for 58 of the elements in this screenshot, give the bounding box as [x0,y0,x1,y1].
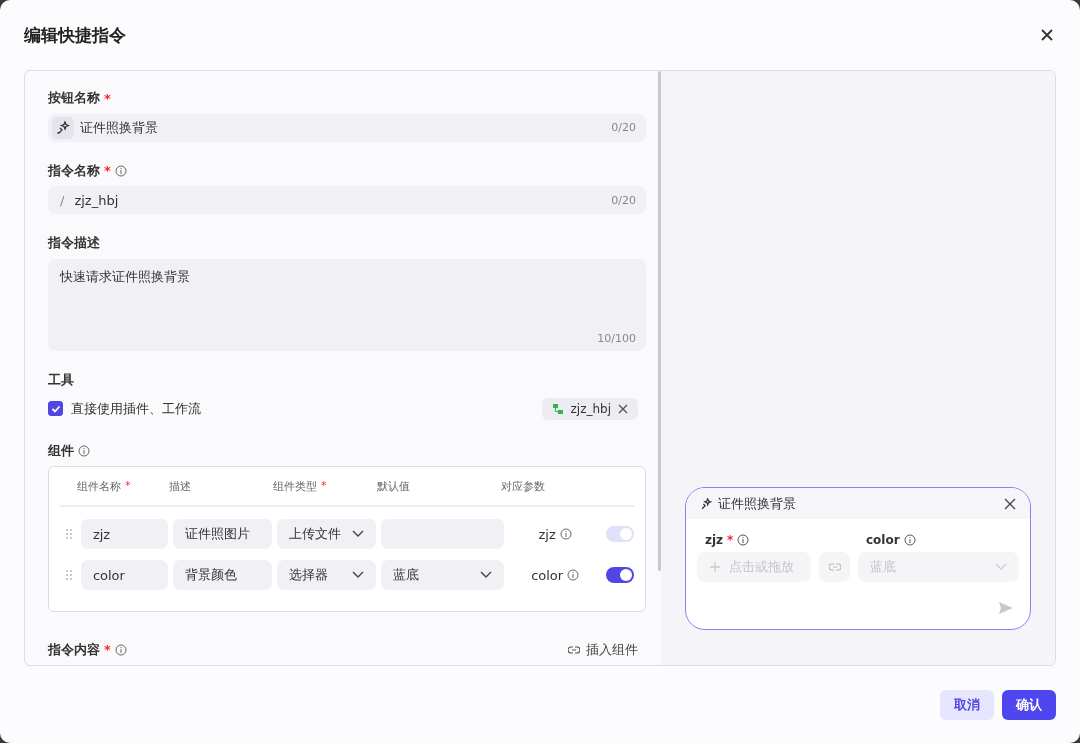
workflow-tag[interactable]: zjz_hbj [541,397,638,420]
sparkle-icon [700,497,712,510]
info-icon [737,534,750,546]
field-label: 指令描述 [48,234,100,253]
chevron-down-icon [479,571,492,580]
section-label: 组件 [48,442,74,461]
drag-handle-icon[interactable] [66,529,72,540]
required-mark: * [125,478,131,494]
description-input[interactable]: 背景颜色 [172,560,272,591]
field-label: zjz [705,533,724,547]
parameter-name: zjz [538,526,556,542]
info-icon [567,569,580,582]
input-field[interactable]: 证件照换背景 0/20 [48,113,646,142]
input-field[interactable]: / zjz_hbj 0/20 [48,186,646,215]
section-label: 工具 [48,371,74,390]
info-icon [559,528,572,541]
name-input[interactable]: color [80,560,168,591]
preview-title: 证件照换背景 [718,494,796,513]
type-select[interactable]: 选择器 [276,560,377,591]
column-header: 描述 [169,478,191,494]
chevron-down-icon [995,563,1007,571]
column-header: 默认值 [377,478,410,494]
plus-icon [709,561,721,573]
cancel-button[interactable]: 取消 [940,690,994,720]
workflow-icon [551,402,564,415]
required-mark: * [321,478,327,494]
default-select[interactable]: 蓝底 [381,560,504,591]
required-mark: * [104,642,111,658]
sparkle-icon[interactable] [52,116,74,139]
field-label: 指令名称 [48,161,100,180]
drag-handle-icon[interactable] [66,570,72,581]
confirm-button[interactable]: 确认 [1002,690,1056,720]
link-icon[interactable] [819,552,850,582]
column-header: 对应参数 [501,478,545,494]
info-icon [903,534,916,546]
field-label: 按钮名称 [48,89,100,108]
required-mark: * [727,533,734,547]
field-label: color [866,533,900,547]
dialog-title: 编辑快捷指令 [24,23,126,47]
chevron-down-icon [352,571,365,580]
required-mark: * [104,163,111,179]
remove-icon[interactable] [618,403,628,414]
text-area[interactable]: 快速请求证件照换背景 10/100 [48,258,646,352]
column-header: 组件类型 [273,478,317,494]
insert-component-button[interactable]: 插入组件 [568,640,638,659]
link-icon [568,644,580,655]
send-icon[interactable] [998,601,1014,615]
close-icon[interactable] [1004,497,1016,510]
toggle-switch[interactable] [606,567,634,584]
required-mark: * [104,90,111,106]
checkbox[interactable] [48,401,63,417]
column-header: 组件名称 [77,478,121,494]
parameter-name: color [531,567,564,583]
chevron-down-icon [352,530,365,539]
checkbox-label: 直接使用插件、工作流 [71,399,201,418]
field-label: 指令内容 [48,640,100,659]
close-icon[interactable] [1040,28,1054,42]
scrollbar[interactable] [658,71,661,571]
